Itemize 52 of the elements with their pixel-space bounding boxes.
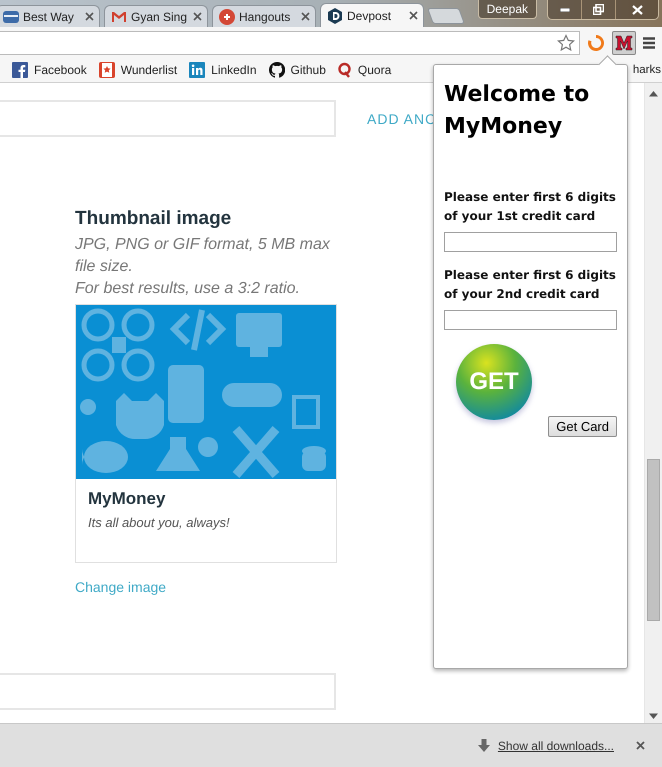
- linkedin-icon: [189, 62, 206, 78]
- popup-title: Welcome to MyMoney: [444, 81, 590, 141]
- scrollbar-thumb[interactable]: [647, 459, 660, 621]
- hint-text: JPG, PNG or GIF format, 5 MB max file size.: [75, 235, 331, 277]
- close-icon[interactable]: [636, 741, 645, 750]
- close-button[interactable]: [615, 0, 658, 19]
- bookmarks-folder[interactable]: harks: [632, 64, 661, 76]
- github-icon: [268, 62, 285, 78]
- browser-tab[interactable]: Hangouts: [212, 5, 316, 27]
- minimize-button[interactable]: [548, 0, 581, 19]
- bookmark-star-icon: [98, 62, 115, 78]
- close-icon[interactable]: [193, 12, 202, 21]
- input-field[interactable]: [444, 232, 617, 252]
- star-icon[interactable]: [557, 34, 575, 52]
- field-label: Please enter first 6 digits of your 2nd credit card: [444, 267, 617, 303]
- scrollbar[interactable]: [644, 83, 662, 723]
- restore-icon: [593, 4, 604, 15]
- plus-icon: [219, 8, 235, 24]
- up-arrow-icon[interactable]: [649, 91, 658, 97]
- browser-tab[interactable]: Best Way: [0, 5, 100, 27]
- quora-icon: [338, 62, 352, 78]
- browser-tab[interactable]: Gyan Sing: [104, 5, 208, 27]
- card-tagline: Its all about you, always!: [88, 515, 231, 530]
- close-icon[interactable]: [301, 12, 310, 21]
- close-icon[interactable]: [409, 11, 418, 20]
- close-icon: [632, 4, 642, 14]
- hexagon-icon: [327, 8, 343, 24]
- menu-icon[interactable]: [642, 36, 656, 50]
- bookmark-link[interactable]: Quora: [338, 62, 392, 78]
- get-card-button[interactable]: Get Card: [548, 416, 617, 437]
- ring-icon[interactable]: [586, 32, 606, 52]
- window-icon: [3, 8, 19, 24]
- bookmark-link[interactable]: Wunderlist: [98, 62, 178, 78]
- close-icon[interactable]: [85, 12, 94, 21]
- bookmark-link[interactable]: LinkedIn: [189, 62, 257, 78]
- bookmark-link[interactable]: Facebook: [12, 62, 87, 78]
- download-icon: [478, 738, 490, 752]
- browser-tab[interactable]: Devpost: [320, 3, 424, 27]
- address-field[interactable]: [0, 30, 580, 54]
- minimize-icon: [560, 8, 570, 12]
- field-label: Please enter first 6 digits of your 1st credit card: [444, 189, 617, 225]
- down-arrow-icon[interactable]: [649, 713, 658, 719]
- facebook-icon: [12, 62, 28, 78]
- restore-button[interactable]: [581, 0, 615, 19]
- input-field[interactable]: [444, 310, 617, 330]
- get-logo: GET: [456, 344, 532, 420]
- hint-text: For best results, use a 3:2 ratio.: [75, 279, 301, 299]
- bookmark-link[interactable]: Github: [268, 62, 326, 78]
- card-title: MyMoney: [88, 489, 166, 509]
- profile-button[interactable]: Deepak: [478, 0, 537, 19]
- show-downloads-link[interactable]: Show all downloads...: [498, 738, 614, 752]
- section-heading: Thumbnail image: [75, 208, 232, 230]
